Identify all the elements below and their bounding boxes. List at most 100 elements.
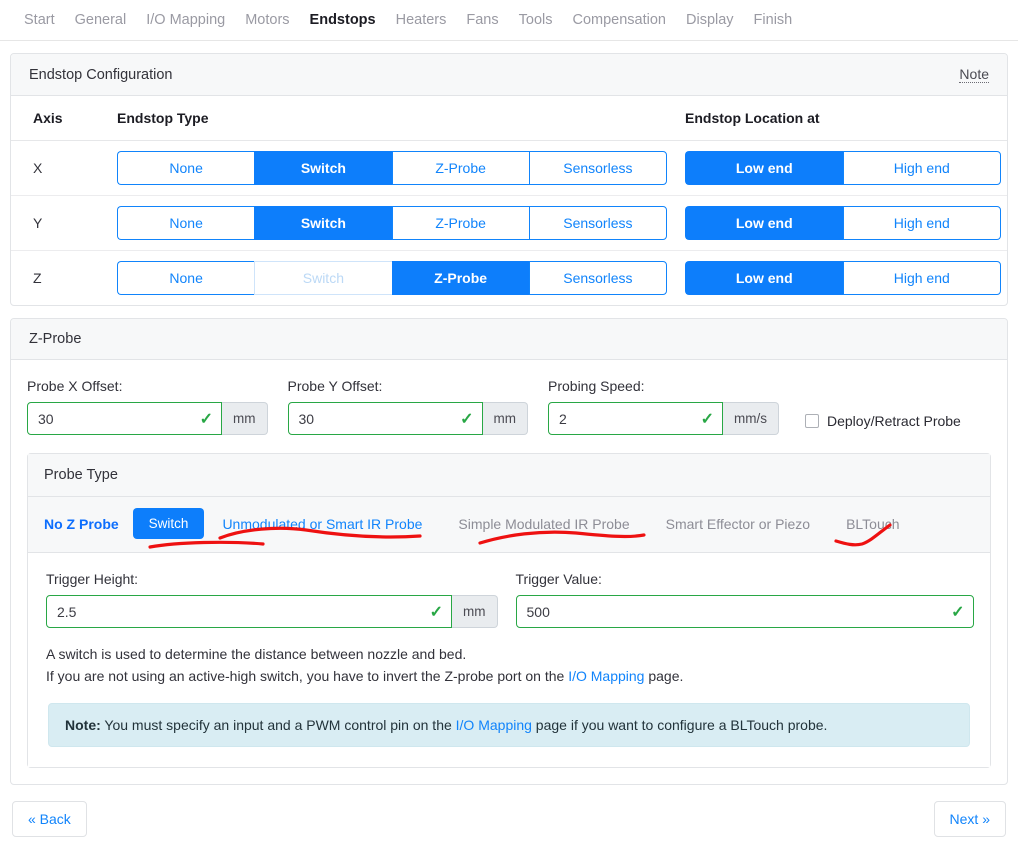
- endstop-type-group-x: None Switch Z-Probe Sensorless: [117, 151, 667, 185]
- io-mapping-link-help[interactable]: I/O Mapping: [568, 668, 644, 684]
- probing-speed-input[interactable]: 2 ✓: [548, 402, 723, 435]
- next-button[interactable]: Next »: [933, 801, 1006, 838]
- probe-y-offset-value: 30: [298, 410, 315, 427]
- probing-speed-unit: mm/s: [723, 402, 779, 435]
- nav-item-general[interactable]: General: [65, 0, 137, 40]
- nav-item-motors[interactable]: Motors: [235, 0, 299, 40]
- endstop-type-x-sensorless[interactable]: Sensorless: [528, 151, 667, 185]
- trigger-value-field: Trigger Value: 500 ✓: [515, 571, 974, 628]
- probe-type-card: Probe Type No Z Probe Switch Unmodulated…: [27, 453, 991, 769]
- endstop-location-y-high[interactable]: High end: [842, 206, 1001, 240]
- endstop-location-group-x: Low end High end: [685, 151, 1001, 185]
- probing-speed-label: Probing Speed:: [548, 378, 645, 394]
- endstop-type-y-none[interactable]: None: [117, 206, 255, 240]
- trigger-value-input[interactable]: 500 ✓: [515, 595, 974, 628]
- probe-type-tab-smart-effector-or-piezo[interactable]: Smart Effector or Piezo: [648, 516, 828, 532]
- endstop-configuration-card: Endstop Configuration Note Axis Endstop …: [10, 53, 1008, 306]
- note-tooltip-link[interactable]: Note: [959, 66, 989, 83]
- endstop-type-z-sensorless[interactable]: Sensorless: [528, 261, 667, 295]
- probe-y-offset-label: Probe Y Offset:: [287, 378, 383, 394]
- nav-item-start[interactable]: Start: [14, 0, 65, 40]
- nav-item-display[interactable]: Display: [676, 0, 744, 40]
- endstop-type-z-none[interactable]: None: [117, 261, 255, 295]
- probe-y-offset-input[interactable]: 30 ✓: [287, 402, 483, 435]
- probe-type-tab-simple-modulated-ir-probe[interactable]: Simple Modulated IR Probe: [440, 516, 647, 532]
- endstop-type-y-zprobe[interactable]: Z-Probe: [391, 206, 529, 240]
- zprobe-card-title: Z-Probe: [29, 331, 82, 347]
- trigger-height-input[interactable]: 2.5 ✓: [46, 595, 452, 628]
- nav-item-io-mapping[interactable]: I/O Mapping: [136, 0, 235, 40]
- endstop-location-group-y: Low end High end: [685, 206, 1001, 240]
- endstop-type-z-zprobe[interactable]: Z-Probe: [391, 261, 529, 295]
- endstop-type-group-y: None Switch Z-Probe Sensorless: [117, 206, 667, 240]
- trigger-height-field: Trigger Height: 2.5 ✓ mm: [46, 571, 498, 628]
- endstop-type-z-switch: Switch: [254, 261, 392, 295]
- trigger-height-label: Trigger Height:: [46, 571, 139, 587]
- probe-help-text: A switch is used to determine the distan…: [46, 644, 972, 687]
- help-line-2-post: page.: [644, 667, 684, 684]
- note-text-post: page if you want to configure a BLTouch …: [531, 717, 828, 734]
- nav-item-compensation[interactable]: Compensation: [563, 0, 677, 40]
- axis-label-y: Y: [33, 215, 43, 231]
- endstop-location-z-low[interactable]: Low end: [685, 261, 843, 295]
- probe-type-tab-unmodulated-or-smart-ir-probe[interactable]: Unmodulated or Smart IR Probe: [204, 516, 440, 532]
- note-prefix: Note:: [65, 717, 101, 734]
- deploy-retract-probe-row: Deploy/Retract Probe: [805, 413, 961, 435]
- probe-type-tabstrip: No Z Probe Switch Unmodulated or Smart I…: [28, 497, 990, 553]
- valid-check-icon: ✓: [429, 603, 443, 621]
- endstop-table: Axis Endstop Type Endstop Location at X …: [11, 96, 1007, 305]
- wizard-footer: « Back Next »: [0, 785, 1018, 838]
- probe-x-offset-input[interactable]: 30 ✓: [27, 402, 222, 435]
- axis-label-x: X: [33, 160, 43, 176]
- probe-y-offset-unit: mm: [482, 402, 528, 435]
- endstop-location-x-high[interactable]: High end: [842, 151, 1001, 185]
- valid-check-icon: ✓: [700, 410, 714, 428]
- valid-check-icon: ✓: [460, 410, 474, 428]
- table-row: X None Switch Z-Probe Sensorless Low end…: [11, 140, 1007, 196]
- nav-item-finish[interactable]: Finish: [744, 0, 803, 40]
- note-text-pre: You must specify an input and a PWM cont…: [100, 717, 456, 734]
- endstop-type-y-sensorless[interactable]: Sensorless: [528, 206, 667, 240]
- endstop-type-y-switch[interactable]: Switch: [254, 206, 392, 240]
- valid-check-icon: ✓: [951, 603, 965, 621]
- probe-x-offset-label: Probe X Offset:: [27, 378, 123, 394]
- deploy-retract-probe-checkbox[interactable]: [805, 414, 819, 428]
- bltouch-note-box: Note: You must specify an input and a PW…: [48, 703, 970, 748]
- probe-type-tab-bltouch[interactable]: BLTouch: [828, 516, 917, 532]
- nav-item-tools[interactable]: Tools: [509, 0, 563, 40]
- nav-item-endstops[interactable]: Endstops: [300, 0, 386, 40]
- endstop-card-header: Endstop Configuration Note: [11, 54, 1007, 96]
- probe-x-offset-value: 30: [38, 410, 54, 427]
- zprobe-card-body: Probe X Offset: 30 ✓ mm Probe Y Offset: …: [11, 360, 1007, 784]
- back-button[interactable]: « Back: [12, 801, 87, 838]
- help-line-2-pre: If you are not using an active-high swit…: [46, 667, 569, 684]
- probe-type-tab-switch[interactable]: Switch: [132, 508, 205, 539]
- table-row: Y None Switch Z-Probe Sensorless Low end…: [11, 195, 1007, 251]
- probe-type-title: Probe Type: [28, 454, 990, 497]
- endstop-location-z-high[interactable]: High end: [842, 261, 1001, 295]
- endstop-type-group-z: None Switch Z-Probe Sensorless: [117, 261, 667, 295]
- endstop-type-x-none[interactable]: None: [117, 151, 255, 185]
- probe-type-tab-no-z-probe[interactable]: No Z Probe: [44, 516, 133, 532]
- probe-x-offset-field: Probe X Offset: 30 ✓ mm: [27, 378, 268, 435]
- endstop-type-x-zprobe[interactable]: Z-Probe: [391, 151, 529, 185]
- endstop-location-x-low[interactable]: Low end: [685, 151, 843, 185]
- trigger-height-value: 2.5: [57, 603, 77, 620]
- nav-item-heaters[interactable]: Heaters: [386, 0, 457, 40]
- probe-x-offset-unit: mm: [222, 402, 268, 435]
- endstop-type-x-switch[interactable]: Switch: [254, 151, 392, 185]
- trigger-value-value: 500: [526, 603, 550, 620]
- io-mapping-link-note[interactable]: I/O Mapping: [456, 717, 532, 733]
- zprobe-card: Z-Probe Probe X Offset: 30 ✓ mm Probe Y …: [10, 318, 1008, 786]
- endstop-location-y-low[interactable]: Low end: [685, 206, 843, 240]
- help-line-1: A switch is used to determine the distan…: [46, 646, 467, 662]
- trigger-value-label: Trigger Value:: [515, 571, 602, 587]
- deploy-retract-probe-label: Deploy/Retract Probe: [827, 413, 961, 429]
- probe-y-offset-field: Probe Y Offset: 30 ✓ mm: [287, 378, 528, 435]
- table-header-row: Axis Endstop Type Endstop Location at: [11, 96, 1007, 141]
- table-row: Z None Switch Z-Probe Sensorless Low end…: [11, 251, 1007, 306]
- nav-item-fans[interactable]: Fans: [456, 0, 508, 40]
- endstop-card-title: Endstop Configuration: [29, 66, 173, 83]
- zprobe-card-header: Z-Probe: [11, 319, 1007, 360]
- valid-check-icon: ✓: [199, 410, 213, 428]
